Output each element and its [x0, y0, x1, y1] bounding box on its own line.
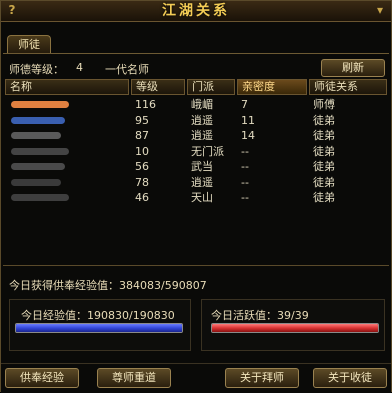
rank-value: 4 [76, 61, 83, 74]
cell-level: 10 [135, 144, 149, 158]
rank-label: 师德等级： [9, 63, 64, 76]
offer-exp-button[interactable]: 供奉经验 [5, 368, 79, 388]
table-row[interactable]: 116 峨嵋 7 师傅 [5, 97, 387, 112]
title-bar[interactable]: ? 江湖关系 ▾ [1, 1, 391, 22]
column-header-intimacy[interactable]: 亲密度 [237, 79, 307, 95]
cell-intimacy: 7 [241, 98, 248, 111]
player-name-redacted [11, 178, 61, 186]
cell-relation: 徒弟 [313, 160, 335, 173]
exp-progress-fill [16, 324, 182, 332]
player-name-redacted [11, 116, 65, 124]
table-row[interactable]: 95 逍遥 11 徒弟 [5, 113, 387, 128]
offer-exp-value: 384083/590807 [119, 279, 207, 292]
activity-progress-fill [212, 324, 378, 332]
cell-intimacy: -- [241, 175, 249, 189]
cell-sect: 无门派 [191, 144, 224, 158]
cell-intimacy: -- [241, 144, 249, 158]
cell-level: 87 [135, 129, 149, 142]
column-header-level[interactable]: 等级 [131, 79, 185, 95]
table-row[interactable]: 10 无门派 -- 徒弟 [5, 144, 387, 159]
cell-level: 78 [135, 175, 149, 189]
table-row[interactable]: 87 逍遥 14 徒弟 [5, 128, 387, 143]
table-row[interactable]: 78 逍遥 -- 徒弟 [5, 175, 387, 190]
cell-level: 116 [135, 98, 156, 111]
rank-title: 一代名师 [105, 63, 149, 76]
column-header-relation[interactable]: 师徒关系 [309, 79, 387, 95]
apprentice-table: 名称 等级 门派 亲密度 师徒关系 116 峨嵋 7 师傅 95 逍遥 11 徒弟 87 逍遥 14… [5, 79, 387, 265]
cell-sect: 逍遥 [191, 175, 213, 189]
about-apprentice-button[interactable]: 关于收徒 [313, 368, 387, 388]
exp-value: 190830/190830 [87, 309, 175, 322]
close-icon[interactable]: ▾ [373, 3, 387, 17]
cell-intimacy: -- [241, 191, 249, 204]
cell-relation: 徒弟 [313, 129, 335, 142]
tab-divider [3, 53, 389, 54]
cell-intimacy: 14 [241, 129, 255, 142]
player-name-redacted [11, 194, 69, 201]
tab-master-apprentice[interactable]: 师徒 [7, 35, 51, 53]
window-title: 江湖关系 [162, 3, 230, 19]
relations-window: ? 江湖关系 ▾ 师徒 师德等级： 4 一代名师 刷新 名称 等级 门派 亲密度… [0, 0, 392, 393]
refresh-button[interactable]: 刷新 [321, 59, 385, 77]
cell-intimacy: 11 [241, 113, 255, 127]
table-row[interactable]: 46 天山 -- 徒弟 [5, 190, 387, 205]
section-divider [3, 265, 389, 266]
cell-relation: 徒弟 [313, 175, 335, 189]
cell-sect: 逍遥 [191, 113, 213, 127]
cell-level: 56 [135, 160, 149, 173]
exp-progress-bar [15, 323, 183, 333]
cell-sect: 天山 [191, 191, 213, 204]
offer-exp-label: 今日获得供奉经验值：384083/590807 [9, 279, 207, 292]
activity-progress-bar [211, 323, 379, 333]
cell-relation: 徒弟 [313, 191, 335, 204]
cell-relation: 师傅 [313, 98, 335, 111]
player-name-redacted [11, 132, 61, 139]
cell-intimacy: -- [241, 160, 249, 173]
respect-master-button[interactable]: 尊师重道 [97, 368, 171, 388]
player-name-redacted [11, 101, 69, 108]
cell-sect: 武当 [191, 160, 213, 173]
player-name-redacted [11, 147, 69, 155]
cell-sect: 峨嵋 [191, 98, 213, 111]
table-row[interactable]: 56 武当 -- 徒弟 [5, 159, 387, 174]
column-header-sect[interactable]: 门派 [187, 79, 235, 95]
cell-relation: 徒弟 [313, 113, 335, 127]
about-master-button[interactable]: 关于拜师 [225, 368, 299, 388]
cell-relation: 徒弟 [313, 144, 335, 158]
column-header-name[interactable]: 名称 [5, 79, 129, 95]
exp-label: 今日经验值：190830/190830 [21, 309, 175, 322]
cell-level: 95 [135, 113, 149, 127]
activity-label: 今日活跃值：39/39 [211, 309, 309, 322]
cell-level: 46 [135, 191, 149, 204]
activity-value: 39/39 [277, 309, 309, 322]
cell-sect: 逍遥 [191, 129, 213, 142]
player-name-redacted [11, 163, 65, 170]
